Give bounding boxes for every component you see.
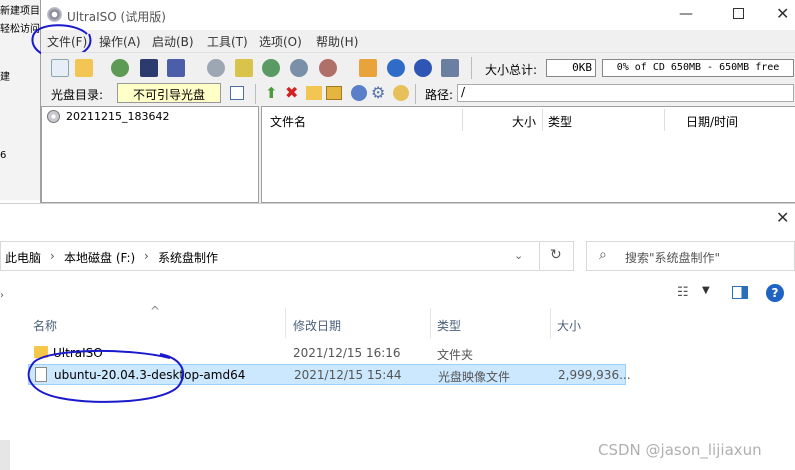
file-type: 光盘映像文件 (438, 370, 511, 384)
ultraiso-window: UltraISO (试用版) — ✕ 文件(F) 操作(A) 启动(B) 工具(… (31, 0, 795, 203)
background-item: 6 (0, 150, 7, 161)
column-divider (285, 308, 286, 338)
column-divider (430, 308, 431, 338)
breadcrumb-folder[interactable]: 系统盘制作 (158, 249, 218, 266)
row-divider (415, 84, 416, 104)
tree-item-disc[interactable]: 20211215_183642 (66, 110, 169, 123)
chevron-right-icon: › (144, 249, 149, 263)
column-modified[interactable]: 修改日期 (293, 317, 341, 334)
save-as-icon[interactable] (167, 59, 185, 77)
maximize-button[interactable] (733, 8, 744, 19)
help-icon[interactable]: ? (766, 284, 784, 302)
breadcrumb-drive[interactable]: 本地磁盘 (F:) (64, 249, 135, 266)
column-name[interactable]: 名称 (33, 317, 57, 334)
delete-icon[interactable]: ✖ (285, 83, 298, 102)
view-details-icon[interactable]: ☷ (677, 285, 689, 300)
refresh-icon[interactable] (393, 85, 409, 101)
column-divider (550, 308, 551, 338)
toolbar-divider (471, 57, 472, 79)
save-icon[interactable] (140, 59, 158, 77)
menu-boot[interactable]: 启动(B) (152, 33, 194, 50)
burn-icon[interactable] (207, 59, 225, 77)
menu-bar: 文件(F) 操作(A) 启动(B) 工具(T) 选项(O) 帮助(H) (41, 30, 795, 50)
edit-properties-icon[interactable] (230, 86, 244, 100)
column-divider (462, 109, 463, 131)
new-icon[interactable] (51, 59, 69, 77)
help-icon[interactable] (414, 59, 432, 77)
column-type[interactable]: 类型 (437, 317, 461, 334)
path-field[interactable]: / (457, 84, 794, 102)
file-explorer-window: ✕ 此电脑 › 本地磁盘 (F:) › 系统盘制作 ⌄ ↻ ⌕ 搜索"系统盘制作… (0, 203, 795, 470)
column-size[interactable]: 大小 (557, 317, 581, 334)
file-date: 2021/12/15 15:44 (294, 368, 402, 382)
menu-options[interactable]: 选项(O) (259, 33, 302, 50)
address-divider (539, 242, 540, 270)
file-type: 文件夹 (437, 348, 474, 362)
boot-type-field[interactable]: 不可引导光盘 (117, 83, 221, 103)
info-icon[interactable] (387, 59, 405, 77)
row-divider (255, 84, 256, 104)
column-divider (664, 109, 665, 131)
extract-icon[interactable] (111, 59, 129, 77)
search-input[interactable]: 搜索"系统盘制作" (625, 249, 720, 266)
disc-tree-pane: 20211215_183642 (41, 106, 259, 203)
disc-dir-label: 光盘目录: (51, 88, 104, 102)
column-divider (542, 109, 543, 131)
folder-props-icon[interactable] (326, 86, 342, 100)
capacity-bar: 0% of CD 650MB - 650MB free (602, 59, 794, 77)
disc-info-row: 光盘目录: 不可引导光盘 ⬆ ✖ ⚙ 路径: / (41, 82, 795, 106)
preview-pane-icon[interactable] (732, 286, 748, 299)
background-item: 新建项目 (0, 6, 40, 17)
make-cd-image-icon[interactable] (235, 59, 253, 77)
nav-scrollbar[interactable] (0, 440, 10, 470)
exit-icon[interactable] (441, 59, 459, 77)
refresh-icon[interactable]: ↻ (550, 247, 562, 263)
up-arrow-icon[interactable]: ⬆ (265, 84, 278, 102)
new-folder-icon[interactable] (306, 86, 322, 100)
compress-icon[interactable] (262, 59, 280, 77)
minimize-button[interactable]: — (679, 6, 693, 22)
file-size: 2,999,936... (558, 368, 631, 382)
file-date: 2021/12/15 16:16 (293, 346, 401, 360)
add-files-icon[interactable] (351, 85, 367, 101)
menu-help[interactable]: 帮助(H) (316, 33, 358, 50)
column-type[interactable]: 类型 (548, 113, 572, 130)
sort-up-icon: ^ (150, 304, 161, 318)
ultraiso-titlebar: UltraISO (试用版) — ✕ (41, 0, 795, 30)
mount-icon[interactable] (290, 59, 308, 77)
properties-icon[interactable] (359, 59, 377, 77)
search-icon: ⌕ (599, 247, 607, 263)
disc-icon (47, 110, 60, 123)
annotation-circle-file (27, 349, 185, 403)
chevron-right-icon: › (50, 249, 55, 263)
size-total-value: 0KB (546, 59, 596, 77)
close-button[interactable]: ✕ (776, 4, 789, 23)
watermark: CSDN @jason_lijiaxun (598, 441, 762, 459)
settings-gear-icon[interactable]: ⚙ (371, 83, 385, 102)
column-size[interactable]: 大小 (512, 113, 536, 130)
toolbar: 大小总计: 0KB 0% of CD 650MB - 650MB free (41, 52, 795, 82)
background-item: 建 (0, 72, 10, 83)
column-filename[interactable]: 文件名 (270, 113, 306, 130)
virtual-drive-icon[interactable] (319, 59, 337, 77)
size-total-label: 大小总计: (485, 63, 538, 77)
disc-file-list: 文件名 大小 类型 日期/时间 (261, 106, 795, 203)
search-box[interactable]: ⌕ 搜索"系统盘制作" (586, 241, 795, 271)
chevron-down-icon[interactable]: ▼ (702, 285, 710, 296)
open-icon[interactable] (75, 59, 93, 77)
path-label: 路径: (425, 88, 454, 102)
chevron-down-icon[interactable]: ⌄ (514, 249, 523, 262)
column-datetime[interactable]: 日期/时间 (686, 113, 738, 130)
breadcrumb-this-pc[interactable]: 此电脑 (5, 249, 41, 266)
nav-expand-icon[interactable]: › (0, 290, 4, 301)
address-bar[interactable]: 此电脑 › 本地磁盘 (F:) › 系统盘制作 ⌄ ↻ (0, 241, 574, 271)
menu-tools[interactable]: 工具(T) (207, 33, 248, 50)
close-button[interactable]: ✕ (776, 208, 789, 227)
